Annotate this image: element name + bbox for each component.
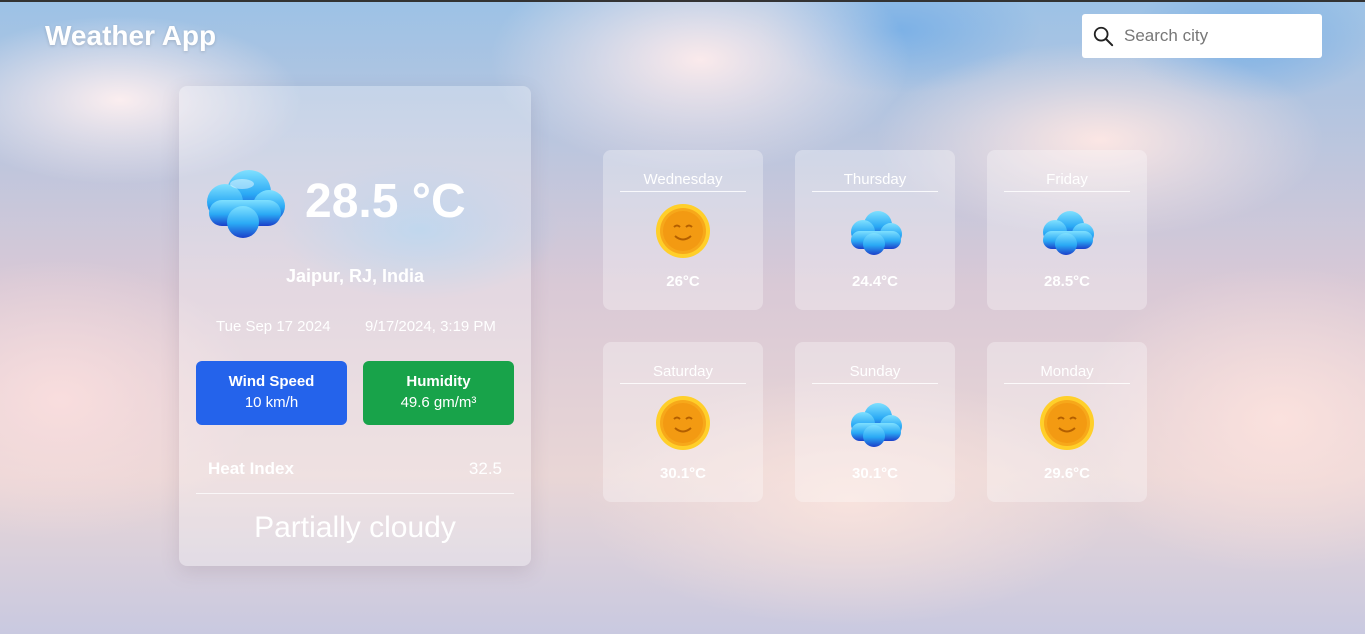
search-box[interactable] — [1082, 14, 1322, 58]
wind-speed-box: Wind Speed 10 km/h — [196, 361, 347, 425]
forecast-temp: 28.5°C — [1043, 273, 1091, 290]
location-label: Jaipur, RJ, India — [285, 266, 425, 286]
forecast-day: Wednesday — [620, 171, 746, 192]
window-top-border — [0, 0, 1365, 2]
heat-index-label: Heat Index — [208, 459, 294, 478]
forecast-card: Sunday 30.1°C — [795, 342, 955, 502]
cloud-icon — [851, 211, 902, 255]
forecast-day: Saturday — [620, 363, 746, 384]
current-datetime: 9/17/2024, 3:19 PM — [365, 318, 496, 335]
current-temperature: 28.5 °C — [305, 175, 466, 228]
wind-speed-value: 10 km/h — [244, 394, 299, 411]
forecast-temp: 30.1°C — [851, 465, 899, 482]
forecast-card: Monday 29.6°C — [987, 342, 1147, 502]
forecast-card: Wednesday 26°C — [603, 150, 763, 310]
forecast-day: Friday — [1004, 171, 1130, 192]
forecast-card: Friday 28.5°C — [987, 150, 1147, 310]
sun-icon — [1040, 396, 1094, 450]
forecast-day: Sunday — [812, 363, 938, 384]
sun-icon — [656, 204, 710, 258]
wind-speed-label: Wind Speed — [228, 373, 315, 390]
forecast-card: Thursday 24.4°C — [795, 150, 955, 310]
divider — [196, 493, 514, 494]
search-input[interactable] — [1122, 25, 1316, 47]
forecast-temp: 26°C — [666, 273, 700, 290]
cloud-icon — [207, 170, 285, 238]
humidity-label: Humidity — [406, 373, 471, 390]
forecast-temp: 29.6°C — [1043, 465, 1091, 482]
heat-index-value: 32.5 — [468, 459, 502, 478]
app-title: Weather App — [45, 20, 217, 51]
search-icon[interactable] — [1092, 25, 1114, 47]
current-weather-card: 28.5 °C Jaipur, RJ, India Tue Sep 17 202… — [179, 86, 531, 566]
cloud-icon — [1043, 211, 1094, 255]
forecast-card: Saturday 30.1°C — [603, 342, 763, 502]
forecast-day: Monday — [1004, 363, 1130, 384]
humidity-box: Humidity 49.6 gm/m³ — [363, 361, 514, 425]
sun-icon — [656, 396, 710, 450]
forecast-day: Thursday — [812, 171, 938, 192]
current-date: Tue Sep 17 2024 — [216, 318, 331, 335]
weather-condition: Partially cloudy — [254, 511, 456, 544]
humidity-value: 49.6 gm/m³ — [400, 394, 477, 411]
cloud-icon — [851, 403, 902, 447]
forecast-temp: 30.1°C — [659, 465, 707, 482]
forecast-temp: 24.4°C — [851, 273, 899, 290]
